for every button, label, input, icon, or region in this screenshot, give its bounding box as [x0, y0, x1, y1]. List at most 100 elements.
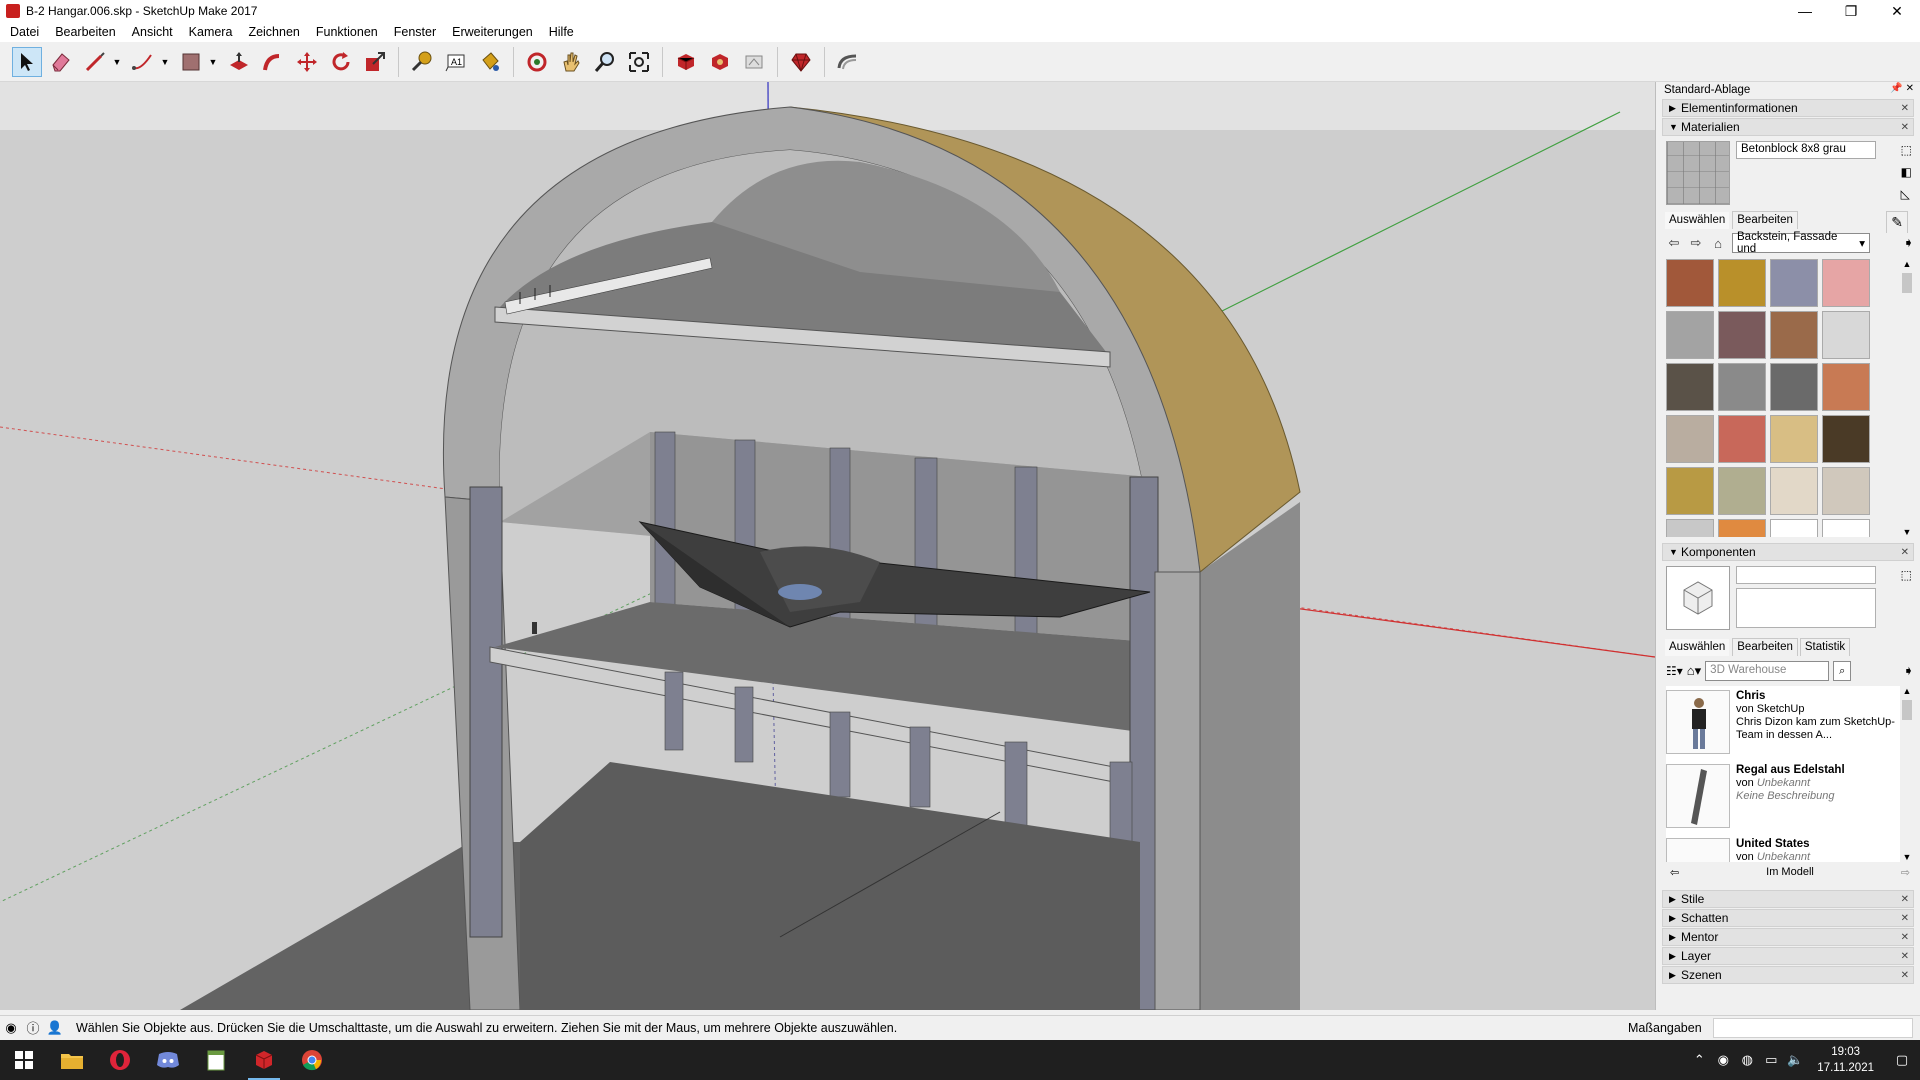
notepad-icon[interactable]	[192, 1040, 240, 1080]
create-component-icon[interactable]: ⬚	[1901, 568, 1912, 582]
view-options-icon[interactable]: ☷▾	[1666, 664, 1683, 678]
panel-styles[interactable]: ▶ Stile ✕	[1662, 890, 1914, 908]
scroll-down-icon[interactable]: ▼	[1900, 852, 1914, 862]
scroll-down-icon[interactable]: ▼	[1900, 527, 1914, 537]
material-swatch[interactable]	[1822, 467, 1870, 515]
material-swatch[interactable]	[1770, 467, 1818, 515]
material-swatch[interactable]	[1718, 415, 1766, 463]
tray-pin-icon[interactable]: 📌 ✕	[1890, 83, 1914, 94]
current-material-swatch[interactable]	[1666, 141, 1730, 205]
material-swatch[interactable]	[1718, 311, 1766, 359]
material-swatch[interactable]	[1822, 519, 1870, 537]
component-description-field[interactable]	[1736, 588, 1876, 628]
create-material-icon[interactable]: ⬚	[1901, 143, 1912, 157]
push-pull-tool-icon[interactable]	[224, 47, 254, 77]
list-item[interactable]: United States von Unbekannt	[1666, 834, 1914, 862]
network-globe-icon[interactable]: ◍	[1735, 1052, 1759, 1068]
tape-measure-tool-icon[interactable]	[407, 47, 437, 77]
default-material-icon[interactable]: ◧	[1901, 165, 1912, 179]
scale-tool-icon[interactable]	[360, 47, 390, 77]
chrome-icon[interactable]	[288, 1040, 336, 1080]
scroll-thumb[interactable]	[1902, 700, 1912, 720]
forward-arrow-icon[interactable]: ⇨	[1688, 235, 1704, 251]
rotate-tool-icon[interactable]	[326, 47, 356, 77]
scroll-up-icon[interactable]: ▲	[1900, 259, 1914, 269]
file-explorer-icon[interactable]	[48, 1040, 96, 1080]
details-arrow-icon[interactable]: ➧	[1903, 663, 1914, 679]
start-button[interactable]	[0, 1040, 48, 1080]
credits-icon[interactable]: ⓘ	[22, 1017, 44, 1039]
menu-datei[interactable]: Datei	[2, 25, 47, 39]
material-swatch[interactable]	[1770, 363, 1818, 411]
menu-kamera[interactable]: Kamera	[181, 25, 241, 39]
extension-warehouse-icon[interactable]	[705, 47, 735, 77]
material-swatch[interactable]	[1666, 311, 1714, 359]
component-name-field[interactable]	[1736, 566, 1876, 584]
pan-tool-icon[interactable]	[556, 47, 586, 77]
material-swatch[interactable]	[1822, 311, 1870, 359]
warehouse-search-input[interactable]: 3D Warehouse	[1705, 661, 1830, 681]
material-library-select[interactable]: Backstein, Fassade und ▾	[1732, 231, 1870, 255]
material-swatch[interactable]	[1718, 519, 1766, 537]
chevron-up-icon[interactable]: ⌃	[1687, 1052, 1711, 1068]
panel-mentor[interactable]: ▶ Mentor ✕	[1662, 928, 1914, 946]
measurements-input[interactable]	[1713, 1018, 1913, 1038]
material-swatch[interactable]	[1718, 363, 1766, 411]
back-arrow-icon[interactable]: ⇦	[1670, 866, 1679, 879]
material-swatch[interactable]	[1822, 259, 1870, 307]
close-icon[interactable]: ✕	[1901, 103, 1909, 114]
volume-icon[interactable]: 🔈	[1783, 1052, 1807, 1068]
geolocation-icon[interactable]: ◉	[0, 1017, 22, 1039]
move-tool-icon[interactable]	[292, 47, 322, 77]
back-arrow-icon[interactable]: ⇦	[1666, 235, 1682, 251]
search-icon[interactable]: ⌕	[1833, 661, 1852, 681]
close-icon[interactable]: ✕	[1901, 913, 1909, 924]
rectangle-tool-icon[interactable]	[176, 47, 206, 77]
tab-components-edit[interactable]: Bearbeiten	[1732, 638, 1798, 656]
material-swatch[interactable]	[1666, 467, 1714, 515]
user-account-icon[interactable]: 👤	[44, 1017, 66, 1039]
home-icon[interactable]: ⌂▾	[1687, 663, 1701, 679]
clock[interactable]: 19:03 17.11.2021	[1817, 1044, 1874, 1076]
close-icon[interactable]: ✕	[1901, 122, 1909, 133]
results-scrollbar[interactable]: ▲ ▼	[1900, 686, 1914, 862]
close-icon[interactable]: ✕	[1901, 932, 1909, 943]
discord-icon[interactable]	[144, 1040, 192, 1080]
follow-me-tool-icon[interactable]	[258, 47, 288, 77]
material-swatch[interactable]	[1770, 519, 1818, 537]
maximize-button[interactable]: ❐	[1828, 0, 1874, 22]
close-icon[interactable]: ✕	[1901, 894, 1909, 905]
scroll-up-icon[interactable]: ▲	[1900, 686, 1914, 696]
menu-erweiterungen[interactable]: Erweiterungen	[444, 25, 541, 39]
zoom-extents-tool-icon[interactable]	[624, 47, 654, 77]
material-swatch[interactable]	[1770, 259, 1818, 307]
material-swatch[interactable]	[1666, 259, 1714, 307]
minimize-button[interactable]: —	[1782, 0, 1828, 22]
line-dropdown-icon[interactable]: ▼	[112, 47, 122, 77]
orbit-tool-icon[interactable]	[522, 47, 552, 77]
material-swatch[interactable]	[1770, 311, 1818, 359]
tab-materials-select[interactable]: Auswählen	[1664, 211, 1731, 229]
panel-materials[interactable]: ▼ Materialien ✕	[1662, 118, 1914, 136]
discord-tray-icon[interactable]: ◉	[1711, 1052, 1735, 1068]
material-swatch[interactable]	[1666, 519, 1714, 537]
swatch-scrollbar[interactable]: ▲ ▼	[1900, 259, 1914, 537]
tab-materials-edit[interactable]: Bearbeiten	[1732, 211, 1798, 229]
zoom-tool-icon[interactable]	[590, 47, 620, 77]
menu-ansicht[interactable]: Ansicht	[124, 25, 181, 39]
material-swatch[interactable]	[1718, 259, 1766, 307]
shape-dropdown-icon[interactable]: ▼	[208, 47, 218, 77]
close-icon[interactable]: ✕	[1901, 970, 1909, 981]
close-button[interactable]: ✕	[1874, 0, 1920, 22]
3d-warehouse-icon[interactable]	[671, 47, 701, 77]
eraser-tool-icon[interactable]	[46, 47, 76, 77]
sketchup-taskbar-icon[interactable]	[240, 1040, 288, 1080]
menu-funktionen[interactable]: Funktionen	[308, 25, 386, 39]
layout-send-icon[interactable]	[739, 47, 769, 77]
material-swatch[interactable]	[1770, 415, 1818, 463]
menu-bearbeiten[interactable]: Bearbeiten	[47, 25, 123, 39]
menu-zeichnen[interactable]: Zeichnen	[240, 25, 307, 39]
select-tool-icon[interactable]	[12, 46, 42, 77]
tab-components-statistics[interactable]: Statistik	[1799, 638, 1851, 656]
line-tool-icon[interactable]	[80, 47, 110, 77]
